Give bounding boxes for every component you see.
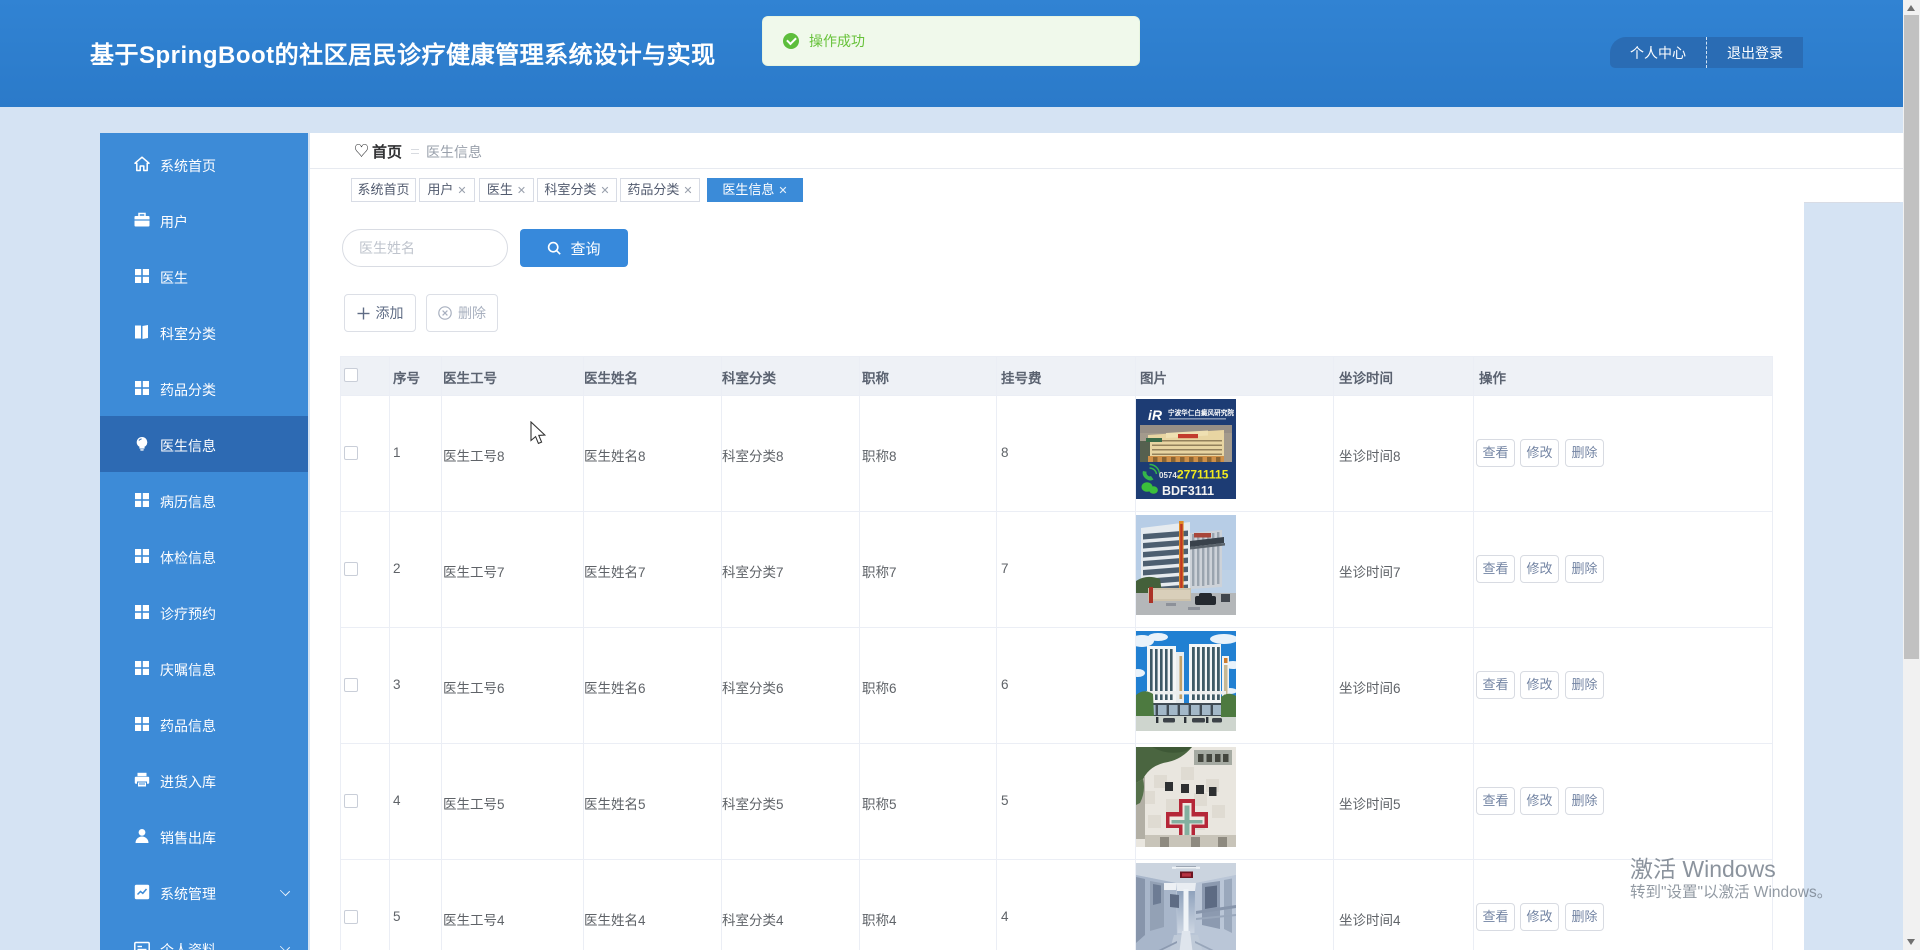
svg-text:宁波华仁白癜风研究院: 宁波华仁白癜风研究院	[1168, 408, 1234, 417]
svg-text:27711115: 27711115	[1177, 468, 1229, 482]
svg-text:BDF3111: BDF3111	[1162, 484, 1214, 498]
svg-text:iR: iR	[1148, 407, 1163, 423]
